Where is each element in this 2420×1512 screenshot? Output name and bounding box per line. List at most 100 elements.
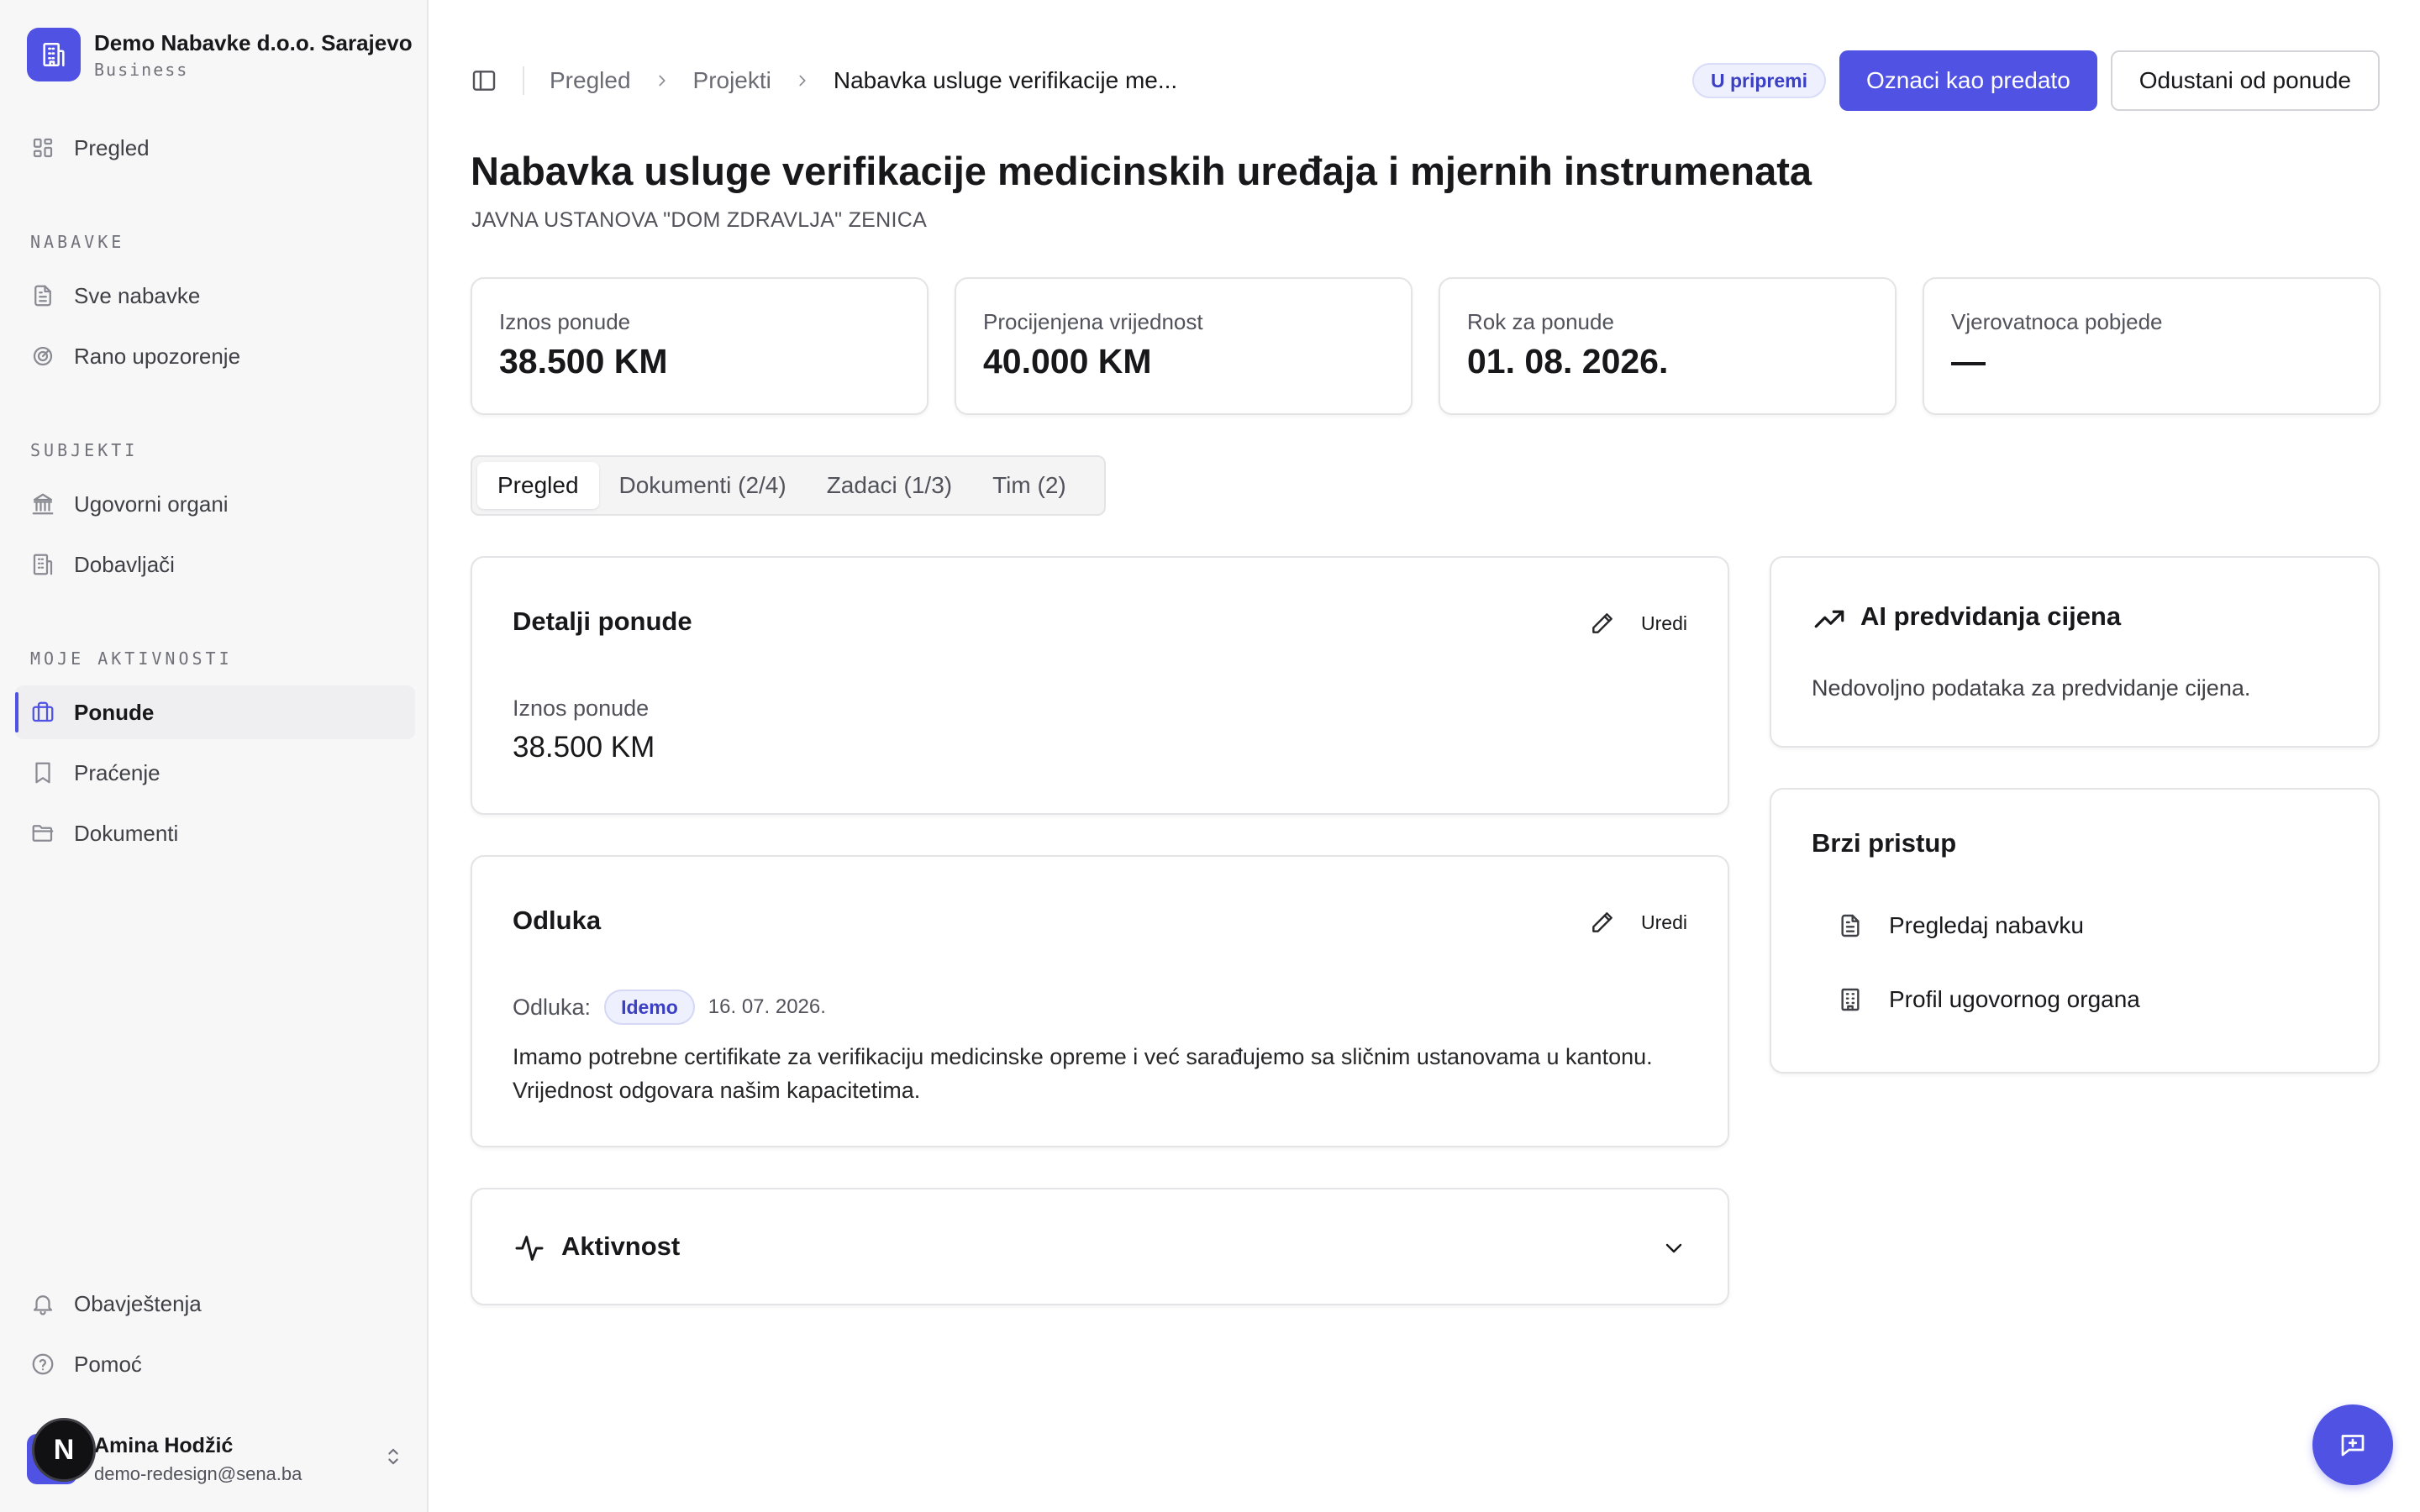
org-name: Demo Nabavke d.o.o. Sarajevo — [94, 29, 413, 55]
breadcrumb-current: Nabavka usluge verifikacije me... — [833, 67, 1178, 93]
pencil-icon — [1592, 912, 1612, 932]
tab-team[interactable]: Tim (2) — [972, 462, 1086, 509]
edit-details-button[interactable]: Uredi — [1589, 610, 1687, 637]
landmark-icon — [32, 493, 54, 515]
sidebar-item-tracking[interactable]: Praćenje — [15, 746, 415, 800]
stat-value: 38.500 KM — [499, 342, 668, 381]
ai-empty-text: Nedovoljno podataka za predvidanje cijen… — [1812, 675, 2251, 701]
building-icon — [1841, 988, 1860, 1011]
card-title: Odluka — [513, 906, 602, 935]
sidebar-item-label: Praćenje — [74, 759, 160, 785]
chevrons-up-down-icon — [388, 1448, 398, 1465]
file-icon — [34, 285, 51, 307]
tab-documents[interactable]: Dokumenti (2/4) — [599, 462, 807, 509]
sidebar-item-label: Dobavljači — [74, 551, 175, 577]
quick-access-card: Brzi pristup Pregledaj nabavku Profil ug… — [1770, 788, 2380, 1074]
chevron-right-icon — [799, 75, 806, 87]
card-title: Detalji ponude — [513, 606, 692, 636]
decision-row: Odluka: Idemo 16. 07. 2026. — [513, 990, 826, 1025]
card-title: Brzi pristup — [1812, 828, 1957, 858]
section-label-procurements: NABAVKE — [30, 232, 125, 252]
folder-icon — [32, 825, 54, 842]
building-icon — [33, 554, 53, 575]
sidebar-item-early-warning[interactable]: Rano upozorenje — [15, 329, 415, 383]
divider — [523, 66, 524, 95]
sidebar-item-overview[interactable]: Pregled — [15, 121, 415, 175]
stat-card-win-probability: Vjerovatnoca pobjede — — [1923, 277, 2381, 415]
section-label-subjects: SUBJEKTI — [30, 440, 139, 460]
quick-link-authority-profile[interactable]: Profil ugovornog organa — [1837, 986, 2140, 1013]
sidebar-item-label: Sve nabavke — [74, 282, 201, 308]
decision-badge: Idemo — [604, 990, 695, 1025]
edit-label: Uredi — [1641, 911, 1687, 933]
edit-label: Uredi — [1641, 612, 1687, 634]
stat-value: 40.000 KM — [983, 342, 1152, 381]
stat-card-deadline: Rok za ponude 01. 08. 2026. — [1439, 277, 1897, 415]
help-circle-icon — [32, 1353, 54, 1375]
decision-card: Odluka Uredi Odluka: Idemo 16. 07. 2026.… — [471, 855, 1729, 1147]
stat-label: Rok za ponude — [1467, 309, 1614, 334]
stat-value: 01. 08. 2026. — [1467, 342, 1669, 381]
decision-note: Imamo potrebne certifikate za verifikaci… — [513, 1044, 1653, 1103]
pulse-icon — [515, 1236, 544, 1261]
sidebar-item-label: Obavještenja — [74, 1290, 202, 1316]
bell-icon — [33, 1295, 53, 1315]
ai-price-card: AI predvidanja cijena Nedovoljno podatak… — [1770, 556, 2380, 748]
quick-link-label: Pregledaj nabavku — [1889, 912, 2084, 938]
page-title: Nabavka usluge verifikacije medicinskih … — [471, 149, 1812, 193]
sidebar-toggle-icon[interactable] — [471, 67, 497, 94]
building-icon — [27, 28, 81, 81]
tab-bar: Pregled Dokumenti (2/4) Zadaci (1/3) Tim… — [471, 455, 1106, 516]
quick-link-view-procurement[interactable]: Pregledaj nabavku — [1837, 912, 2084, 939]
withdraw-bid-button[interactable]: Odustani od ponude — [2110, 50, 2380, 111]
edit-decision-button[interactable]: Uredi — [1589, 909, 1687, 936]
sidebar-item-documents[interactable]: Dokumenti — [15, 806, 415, 860]
briefcase-icon — [32, 701, 54, 722]
breadcrumb-overview[interactable]: Pregled — [550, 67, 631, 94]
breadcrumb-projects[interactable]: Projekti — [693, 67, 771, 94]
sidebar-item-suppliers[interactable]: Dobavljači — [15, 538, 415, 591]
field-value: 38.500 KM — [513, 731, 655, 764]
mark-submitted-button[interactable]: Oznaci kao predato — [1839, 50, 2097, 111]
sidebar-item-label: Dokumenti — [74, 820, 179, 846]
sidebar-item-label: Ponude — [74, 699, 155, 725]
stat-card-bid-amount: Iznos ponude 38.500 KM — [471, 277, 929, 415]
sidebar-item-help[interactable]: Pomoć — [15, 1337, 415, 1391]
tab-overview[interactable]: Pregled — [477, 462, 599, 509]
sidebar-item-all-procurements[interactable]: Sve nabavke — [15, 269, 415, 323]
card-title: Aktivnost — [561, 1231, 681, 1261]
pencil-icon — [1592, 613, 1612, 633]
chevron-down-icon[interactable] — [1660, 1235, 1687, 1262]
stat-label: Vjerovatnoca pobjede — [1951, 309, 2163, 334]
sidebar-item-label: Rano upozorenje — [74, 343, 241, 369]
radar-icon — [33, 346, 53, 366]
status-badge: U pripremi — [1691, 63, 1826, 98]
grid-icon — [33, 138, 53, 158]
chat-button[interactable] — [2312, 1404, 2393, 1485]
dev-indicator-badge[interactable]: N — [32, 1418, 96, 1482]
org-plan: Business — [94, 59, 189, 80]
stat-value: — — [1951, 342, 1986, 381]
trend-up-icon — [1814, 610, 1844, 628]
section-label-activities: MOJE AKTIVNOSTI — [30, 648, 233, 669]
quick-link-label: Profil ugovornog organa — [1889, 986, 2140, 1012]
message-plus-icon — [2341, 1435, 2365, 1457]
bid-details-card: Detalji ponude Uredi Iznos ponude 38.500… — [471, 556, 1729, 815]
stat-label: Iznos ponude — [499, 309, 631, 334]
sidebar-item-bids[interactable]: Ponude — [15, 685, 415, 739]
tab-tasks[interactable]: Zadaci (1/3) — [807, 462, 972, 509]
user-name: Amina Hodžić — [94, 1433, 234, 1457]
user-email: demo-redesign@sena.ba — [94, 1462, 302, 1484]
topbar: Pregled Projekti Nabavka usluge verifika… — [471, 47, 2380, 114]
activity-card[interactable]: Aktivnost — [471, 1188, 1729, 1305]
org-switcher[interactable]: Demo Nabavke d.o.o. Sarajevo Business — [27, 25, 413, 84]
decision-date: 16. 07. 2026. — [708, 995, 826, 1018]
sidebar: Demo Nabavke d.o.o. Sarajevo Business Pr… — [0, 0, 429, 1512]
sidebar-item-label: Pomoć — [74, 1351, 142, 1377]
file-icon — [1841, 914, 1860, 937]
sidebar-item-notifications[interactable]: Obavještenja — [15, 1277, 415, 1331]
sidebar-item-label: Pregled — [74, 134, 150, 160]
card-title: AI predvidanja cijena — [1860, 601, 2122, 631]
sidebar-item-contracting-authorities[interactable]: Ugovorni organi — [15, 477, 415, 531]
chevron-right-icon — [658, 75, 666, 87]
